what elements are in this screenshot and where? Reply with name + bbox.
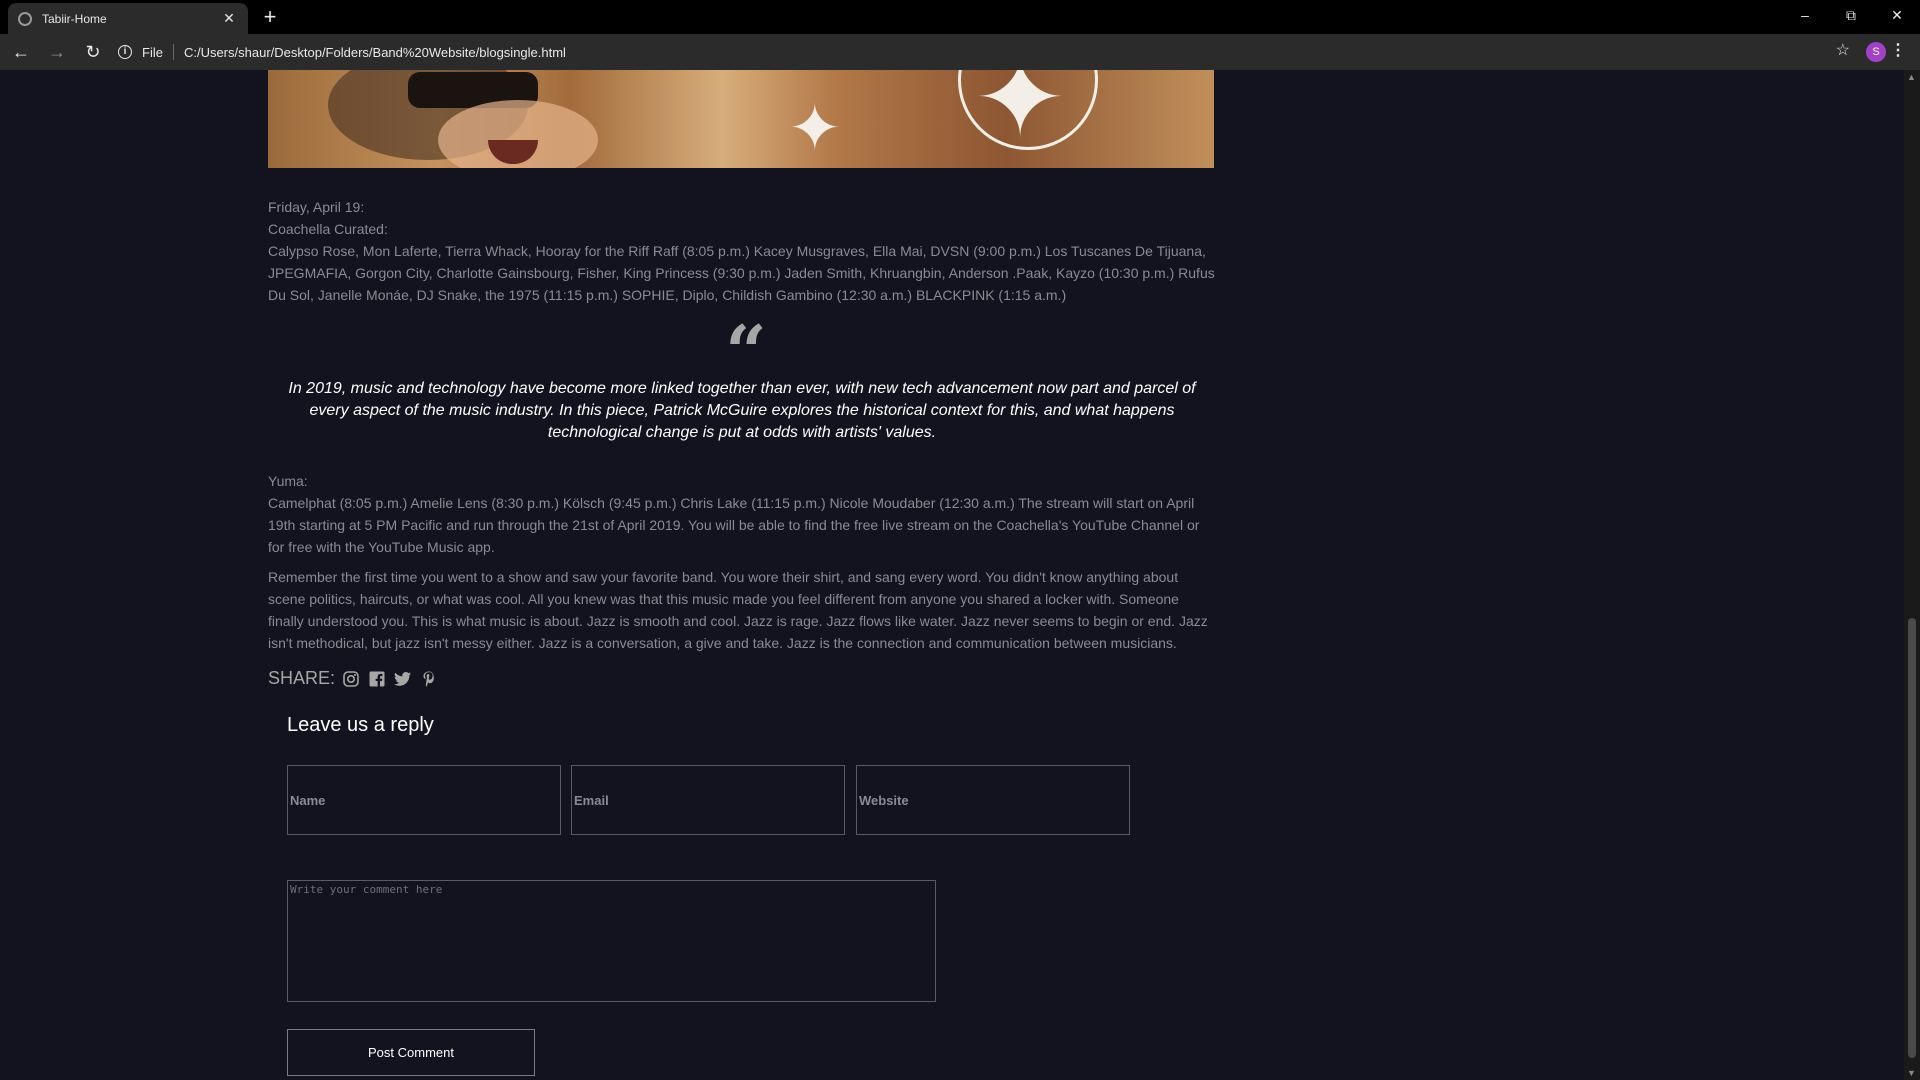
- forward-icon[interactable]: →: [42, 37, 72, 67]
- page-viewport: ✦ ✦ Friday, April 19: Coachella Curated:…: [0, 70, 1904, 1080]
- quote-icon: “: [725, 309, 766, 394]
- reload-icon[interactable]: ↻: [78, 37, 108, 67]
- info-icon[interactable]: i: [118, 45, 132, 59]
- share-bar: SHARE:: [268, 668, 1216, 689]
- blog-hero-image: ✦ ✦: [268, 70, 1214, 168]
- window-close-icon[interactable]: ✕: [1874, 0, 1920, 30]
- browser-menu-icon[interactable]: ⋮: [1890, 40, 1906, 60]
- website-input[interactable]: [856, 765, 1130, 835]
- scroll-down-icon[interactable]: ▼: [1907, 1068, 1916, 1078]
- back-icon[interactable]: ←: [6, 37, 36, 67]
- browser-toolbar: ← → ↻ i File C:/Users/shaur/Desktop/Fold…: [0, 34, 1920, 70]
- minimize-icon[interactable]: –: [1782, 0, 1828, 30]
- name-input[interactable]: [287, 765, 561, 835]
- tab-strip: Tabiir-Home ✕ + – ⧉ ✕: [0, 0, 1920, 34]
- article-body: Friday, April 19: Coachella Curated: Cal…: [268, 196, 1216, 689]
- instagram-icon[interactable]: [341, 669, 361, 689]
- pinterest-icon[interactable]: [419, 669, 439, 689]
- email-input[interactable]: [571, 765, 845, 835]
- scrollbar-thumb[interactable]: [1908, 618, 1916, 1058]
- reply-heading: Leave us a reply: [287, 714, 434, 736]
- closing-paragraph: Remember the first time you went to a sh…: [268, 569, 1208, 651]
- close-tab-icon[interactable]: ✕: [220, 10, 238, 27]
- window-controls: – ⧉ ✕: [1782, 0, 1920, 30]
- yuma-lineup-text: Camelphat (8:05 p.m.) Amelie Lens (8:30 …: [268, 495, 1200, 555]
- friday-lineup: Friday, April 19: Coachella Curated: Cal…: [268, 196, 1216, 306]
- address-bar[interactable]: i File C:/Users/shaur/Desktop/Folders/Ba…: [110, 38, 1830, 66]
- share-label: SHARE:: [268, 668, 336, 688]
- yuma-lineup: Yuma: Camelphat (8:05 p.m.) Amelie Lens …: [268, 470, 1216, 558]
- quote-text: In 2019, music and technology have becom…: [288, 380, 1196, 441]
- blockquote: “ In 2019, music and technology have bec…: [268, 309, 1216, 444]
- new-tab-icon[interactable]: +: [258, 5, 282, 29]
- friday-subheading: Coachella Curated:: [268, 221, 388, 237]
- sparkle-icon: ✦: [974, 70, 1067, 160]
- comment-textarea[interactable]: [287, 880, 936, 1002]
- page-scrollbar[interactable]: ▲ ▼: [1904, 70, 1920, 1080]
- scroll-up-icon[interactable]: ▲: [1907, 72, 1916, 82]
- friday-lineup-text: Calypso Rose, Mon Laferte, Tierra Whack,…: [268, 243, 1215, 303]
- post-comment-button[interactable]: Post Comment: [287, 1029, 535, 1076]
- profile-avatar[interactable]: S: [1866, 42, 1886, 62]
- tab-title: Tabiir-Home: [42, 11, 107, 26]
- omnibox-divider: [172, 44, 174, 60]
- facebook-icon[interactable]: [367, 669, 387, 689]
- bookmark-star-icon[interactable]: ☆: [1836, 40, 1850, 60]
- file-label: File: [142, 44, 163, 60]
- browser-tab[interactable]: Tabiir-Home ✕: [8, 3, 248, 34]
- yuma-heading: Yuma:: [268, 473, 308, 489]
- globe-icon: [18, 11, 32, 26]
- restore-icon[interactable]: ⧉: [1828, 0, 1874, 30]
- friday-heading: Friday, April 19:: [268, 199, 365, 215]
- url-text[interactable]: C:/Users/shaur/Desktop/Folders/Band%20We…: [184, 45, 566, 60]
- twitter-icon[interactable]: [393, 669, 413, 689]
- sparkle-icon: ✦: [788, 92, 842, 164]
